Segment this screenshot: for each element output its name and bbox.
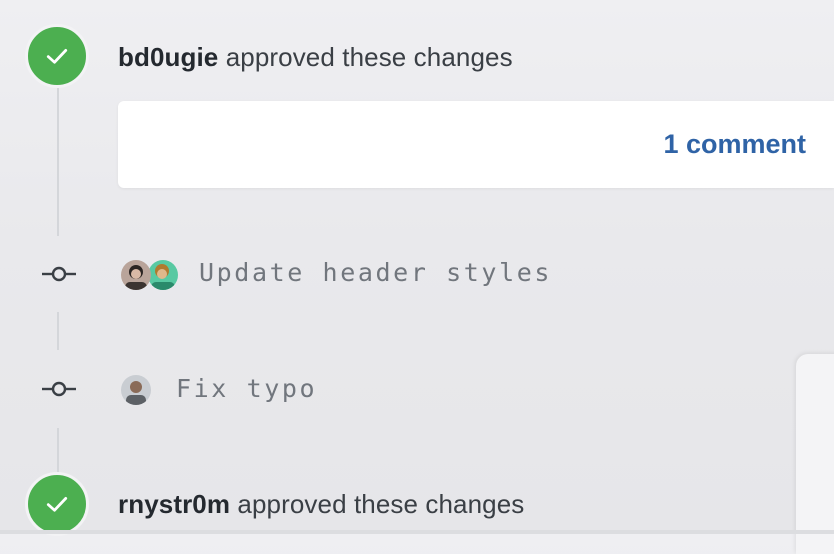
timeline-line	[57, 88, 59, 236]
timeline-line	[57, 428, 59, 472]
commit-message[interactable]: Update header styles	[199, 258, 552, 287]
commit-author-avatar[interactable]	[121, 375, 151, 405]
approved-badge	[25, 24, 89, 88]
check-icon	[46, 49, 68, 64]
reviewer-username[interactable]: rnystr0m	[118, 489, 230, 519]
commit-coauthor-avatar[interactable]	[148, 260, 178, 290]
git-commit-icon	[42, 381, 76, 397]
approved-badge	[25, 472, 89, 536]
reviewer-username[interactable]: bd0ugie	[118, 42, 218, 72]
review-event: rnystr0m approved these changes	[118, 489, 524, 520]
side-panel	[796, 354, 834, 554]
review-action: approved these changes	[225, 42, 513, 72]
commit-message[interactable]: Fix typo	[176, 374, 317, 403]
comment-count-link[interactable]: 1 comment	[663, 129, 806, 160]
commit-author-avatar[interactable]	[121, 260, 151, 290]
review-event: bd0ugie approved these changes	[118, 42, 513, 73]
check-icon	[46, 497, 68, 512]
review-action: approved these changes	[237, 489, 525, 519]
timeline-line	[57, 312, 59, 350]
git-commit-icon	[42, 266, 76, 282]
review-comment-card: 1 comment	[118, 101, 834, 188]
divider	[0, 530, 834, 534]
